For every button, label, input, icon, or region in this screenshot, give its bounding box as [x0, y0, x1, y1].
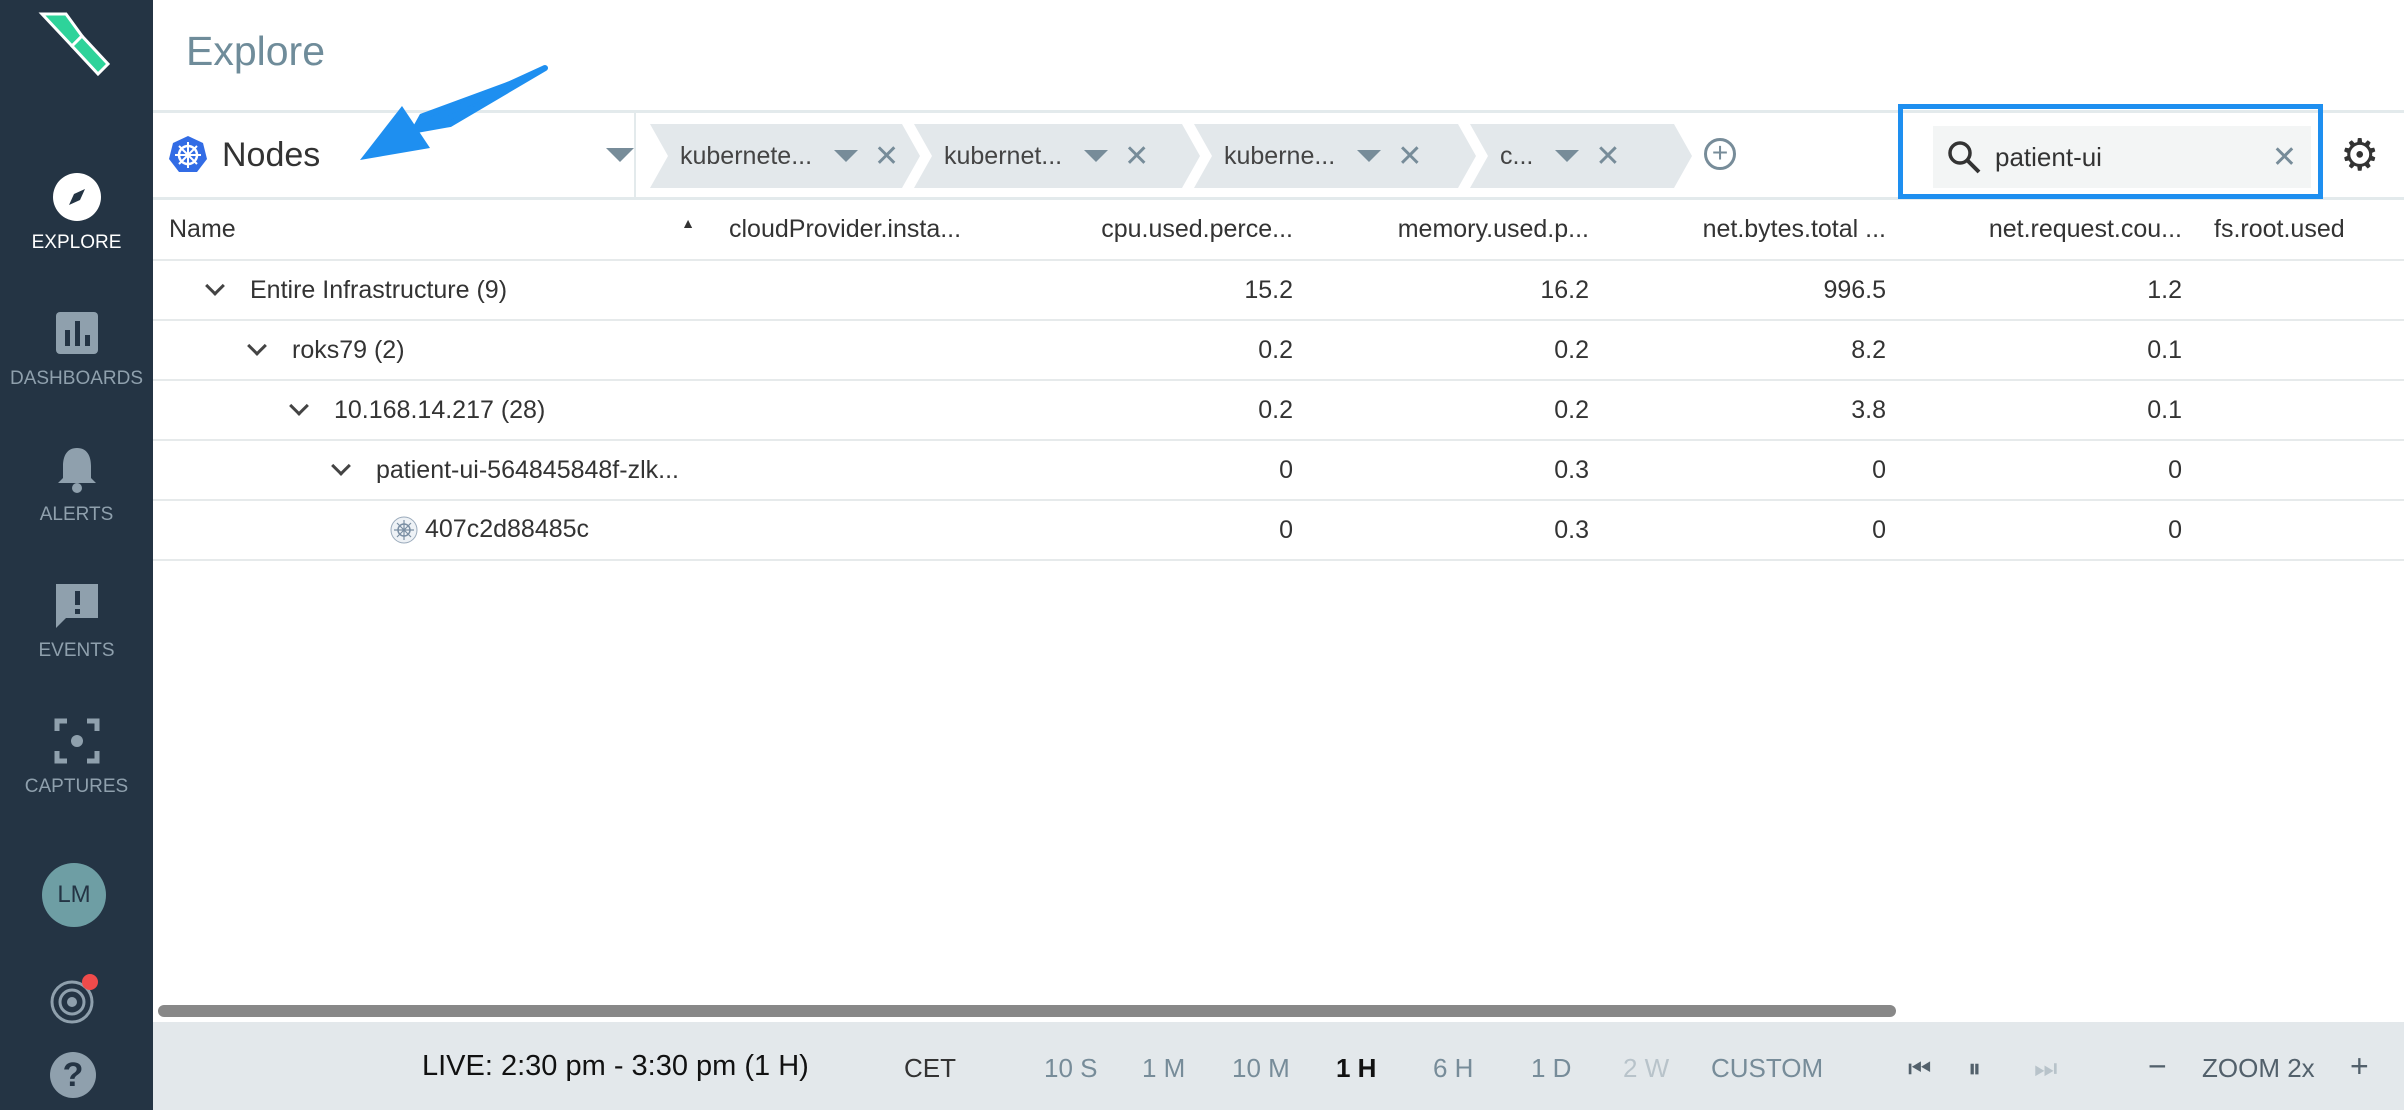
kubernetes-icon: [169, 136, 207, 172]
range-1d[interactable]: 1 D: [1531, 1053, 1571, 1084]
capture-icon: [54, 718, 99, 764]
range-10m[interactable]: 10 M: [1232, 1053, 1290, 1084]
timezone-button[interactable]: CET: [904, 1053, 956, 1084]
sidebar-item-alerts[interactable]: ALERTS: [0, 444, 153, 526]
table-row[interactable]: 10.168.14.217 (28) 0.2 0.2 3.8 0.1: [153, 380, 2404, 441]
page-title: Explore: [186, 28, 326, 74]
close-icon[interactable]: ✕: [1397, 139, 1422, 174]
column-header[interactable]: fs.root.used: [2192, 200, 2404, 261]
compass-icon: [52, 173, 101, 221]
table-header: Name ▲ cloudProvider.insta... cpu.used.pe…: [153, 200, 2404, 261]
caret-down-icon[interactable]: [1357, 150, 1381, 162]
range-1h[interactable]: 1 H: [1336, 1053, 1376, 1084]
caret-down-icon[interactable]: [606, 148, 634, 162]
sidebar: EXPLORE DASHBOARDS ALERTS EVENTS CAPTURE…: [0, 0, 153, 1110]
live-range-label: LIVE: 2:30 pm - 3:30 pm (1 H): [422, 1050, 809, 1082]
breadcrumb-item[interactable]: kubernete... ✕: [650, 124, 920, 188]
zoom-in-button[interactable]: +: [2350, 1048, 2369, 1085]
range-1m[interactable]: 1 M: [1142, 1053, 1185, 1084]
close-icon[interactable]: ✕: [1595, 139, 1620, 174]
breadcrumb-item[interactable]: c... ✕: [1470, 124, 1692, 188]
search-input[interactable]: patient-ui ✕: [1933, 126, 2311, 188]
chevron-down-icon[interactable]: [205, 275, 225, 296]
container-icon: [390, 516, 418, 544]
column-header[interactable]: cloudProvider.insta...: [713, 200, 1004, 261]
column-header[interactable]: net.request.cou...: [1896, 200, 2192, 261]
bar-chart-icon: [55, 312, 98, 354]
range-6h[interactable]: 6 H: [1433, 1053, 1473, 1084]
chevron-down-icon[interactable]: [289, 395, 309, 416]
pause-icon[interactable]: ⏸: [1968, 1053, 1981, 1085]
search-highlight: patient-ui ✕: [1898, 104, 2323, 199]
step-back-icon[interactable]: ⏮: [1908, 1053, 1931, 1085]
search-icon: [1948, 141, 1981, 174]
gear-icon[interactable]: ⚙: [2340, 130, 2379, 181]
add-breadcrumb-button[interactable]: +: [1704, 138, 1736, 170]
range-10s[interactable]: 10 S: [1044, 1053, 1098, 1084]
avatar[interactable]: LM: [42, 863, 106, 927]
chevron-down-icon[interactable]: [331, 455, 351, 476]
bell-icon: [57, 448, 96, 493]
column-header[interactable]: cpu.used.perce...: [1004, 200, 1303, 261]
horizontal-scrollbar[interactable]: [158, 1005, 1896, 1017]
nodes-table: Name ▲ cloudProvider.insta... cpu.used.pe…: [153, 200, 2404, 561]
range-2w: 2 W: [1623, 1053, 1670, 1083]
column-header[interactable]: net.bytes.total ...: [1599, 200, 1896, 261]
column-header-name[interactable]: Name ▲: [153, 200, 713, 261]
zoom-level: ZOOM 2x: [2202, 1053, 2315, 1083]
table-row[interactable]: 407c2d88485c 0 0.3 0 0: [153, 500, 2404, 561]
range-custom[interactable]: CUSTOM: [1711, 1053, 1823, 1084]
chevron-down-icon[interactable]: [247, 335, 267, 356]
scope-label: Nodes: [222, 135, 321, 174]
caret-down-icon[interactable]: [1084, 150, 1108, 162]
zoom-out-button[interactable]: −: [2148, 1048, 2167, 1085]
step-forward-icon: ⏭: [2034, 1053, 2058, 1083]
breadcrumb-item[interactable]: kuberne... ✕: [1194, 124, 1476, 188]
table-row[interactable]: Entire Infrastructure (9) 15.2 16.2 996.5 1.…: [153, 260, 2404, 321]
notifications-icon[interactable]: [48, 972, 104, 1028]
clear-search-icon[interactable]: ✕: [2272, 140, 2297, 175]
close-icon[interactable]: ✕: [1124, 139, 1149, 174]
logo-icon: [38, 12, 111, 77]
sort-asc-icon[interactable]: ▲: [681, 215, 695, 231]
sidebar-item-dashboards[interactable]: DASHBOARDS: [0, 308, 153, 390]
caret-down-icon[interactable]: [834, 150, 858, 162]
sidebar-item-explore[interactable]: EXPLORE: [0, 172, 153, 254]
table-row[interactable]: roks79 (2) 0.2 0.2 8.2 0.1: [153, 320, 2404, 381]
breadcrumb-item[interactable]: kubernet... ✕: [914, 124, 1200, 188]
sidebar-item-events[interactable]: EVENTS: [0, 580, 153, 662]
column-header[interactable]: memory.used.p...: [1303, 200, 1599, 261]
table-row[interactable]: patient-ui-564845848f-zlk... 0 0.3 0 0: [153, 440, 2404, 501]
help-icon[interactable]: ?: [50, 1052, 96, 1098]
caret-down-icon[interactable]: [1555, 150, 1579, 162]
sidebar-item-captures[interactable]: CAPTURES: [0, 716, 153, 798]
arrow-annotation: [360, 65, 548, 160]
close-icon[interactable]: ✕: [874, 139, 899, 174]
event-icon: [55, 584, 98, 628]
